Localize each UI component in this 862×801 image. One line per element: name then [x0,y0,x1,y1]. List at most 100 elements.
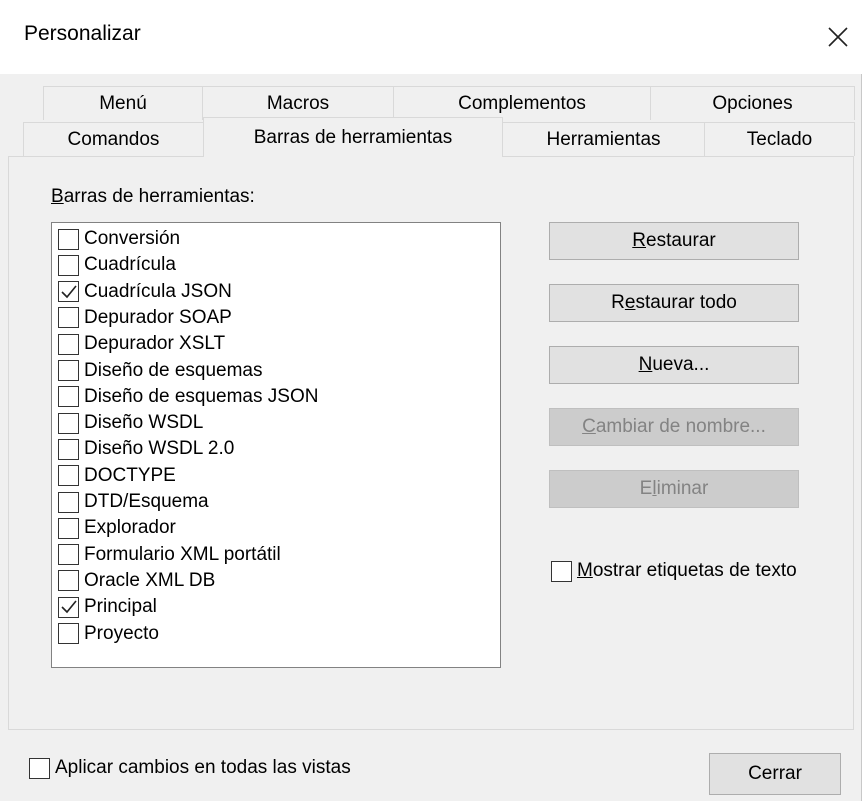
restore-mnemonic: R [632,230,647,251]
delete-button[interactable]: El iminar [549,470,799,508]
restore-all-pre: R [611,292,625,313]
show-text-labels-text: ostrar etiquetas de texto [592,560,797,581]
checkbox[interactable] [58,412,79,434]
list-item[interactable]: Conversión [58,226,180,252]
show-text-labels-box[interactable] [551,560,572,582]
list-item[interactable]: Depurador SOAP [58,305,232,331]
apply-all-views-checkbox[interactable]: Aplicar cambios en todas las vistas [29,757,351,779]
toolbars-list-label: Barras de herramientas: [51,186,255,208]
list-item-label: Diseño WSDL [84,412,204,434]
list-item[interactable]: Diseño de esquemas [58,358,263,384]
apply-all-views-label: Aplicar cambios en todas las vistas [55,757,351,778]
checkbox[interactable] [58,254,79,276]
restore-all-button[interactable]: Re staurar todo [549,284,799,322]
checkbox[interactable] [58,307,79,329]
list-item-label: DTD/Esquema [84,491,209,512]
list-item-label: Depurador XSLT [84,333,226,355]
list-item[interactable]: Cuadrícula JSON [58,279,232,305]
restore-all-mnemonic: e [624,292,636,313]
checkbox[interactable] [58,623,79,644]
list-item[interactable]: DTD/Esquema [58,489,209,515]
close-button-label: Cerrar [748,763,802,784]
list-item-label: Cuadrícula [84,254,176,276]
show-text-labels-mnemonic: M [577,560,593,581]
checkbox[interactable] [58,544,79,566]
list-item-label: Conversión [84,228,181,249]
show-text-labels-checkbox[interactable]: Mostrar etiquetas de texto [551,560,797,582]
tab-comandos-label: Comandos [67,128,160,150]
tab-teclado-label: Teclado [746,128,813,150]
list-item[interactable]: Proyecto [58,621,159,647]
close-button[interactable]: Cerrar [709,753,841,795]
list-item[interactable]: Diseño WSDL 2.0 [58,436,234,462]
tab-complementos-label: Complementos [458,92,586,114]
checkbox[interactable] [58,517,79,539]
list-item-label: Diseño WSDL 2.0 [84,438,235,460]
checkmark-icon [60,600,77,614]
list-item[interactable]: Explorador [58,515,176,541]
tab-barras-de-herramientas[interactable]: Barras de herramientas [203,117,503,157]
tab-herramientas[interactable]: Herramientas [502,122,705,156]
tab-macros[interactable]: Macros [202,86,394,120]
list-item-label: Explorador [84,517,176,539]
new-button[interactable]: Nueva... [549,346,799,384]
list-item[interactable]: Depurador XSLT [58,331,225,357]
toolbars-listbox[interactable]: Conversión Cuadrícula Cuadrícula JSON Depur… [51,222,501,668]
tab-comandos[interactable]: Comandos [23,122,204,156]
list-item-label: Proyecto [84,622,159,644]
tab-opciones-label: Opciones [712,92,793,114]
label-text: arras de herramientas: [63,186,255,207]
list-item-label: Oracle XML DB [84,569,216,591]
rename-mnemonic: C [582,416,596,437]
list-item-label: Diseño de esquemas [84,359,263,381]
new-text: ueva... [652,354,710,375]
restore-text: estaurar [646,230,716,251]
tab-macros-label: Macros [266,92,330,114]
window-title: Personalizar [24,22,141,45]
list-item[interactable]: Formulario XML portátil [58,542,281,568]
checked-checkbox[interactable] [58,281,79,303]
tab-complementos[interactable]: Complementos [393,86,651,120]
checkbox[interactable] [58,386,79,408]
list-item-label: Principal [84,596,157,618]
rename-button[interactable]: Cambiar de nombre... [549,408,799,446]
list-item-label: Formulario XML portátil [84,543,281,565]
checkbox[interactable] [58,491,79,513]
tab-teclado[interactable]: Teclado [704,122,855,156]
list-item[interactable]: Oracle XML DB [58,568,215,594]
restore-button[interactable]: Restaurar [549,222,799,260]
list-item-label: Depurador SOAP [84,306,232,328]
customize-dialog: Personalizar Menú Macros Complementos Op… [0,0,862,801]
checked-checkbox[interactable] [58,596,79,618]
list-item[interactable]: Cuadrícula [58,252,176,278]
checkbox[interactable] [58,438,79,460]
label-mnemonic: B [51,186,64,207]
list-item-label: Cuadrícula JSON [84,280,232,302]
list-item-label: DOCTYPE [84,464,176,486]
tab-herramientas-label: Herramientas [546,128,661,150]
checkbox[interactable] [58,333,79,355]
restore-all-text: staurar todo [635,292,737,313]
checkbox[interactable] [58,228,79,250]
delete-text: iminar [656,478,709,499]
rename-text: ambiar de nombre... [595,416,766,437]
title-bar: Personalizar [0,0,862,74]
list-item[interactable]: Diseño WSDL [58,410,203,436]
checkbox[interactable] [58,465,79,487]
list-item[interactable]: DOCTYPE [58,463,176,489]
tab-menu-label: Menú [99,92,147,114]
tab-menu[interactable]: Menú [43,86,203,120]
list-item[interactable]: Principal [58,594,157,620]
checkbox[interactable] [58,360,79,381]
new-mnemonic: N [638,354,653,375]
list-item-label: Diseño de esquemas JSON [84,385,319,407]
apply-all-views-box[interactable] [29,757,50,779]
close-window-button[interactable] [818,14,858,60]
tab-opciones[interactable]: Opciones [650,86,855,120]
tab-barras-label: Barras de herramientas [253,126,453,148]
close-icon [828,27,848,47]
delete-pre: E [639,478,653,499]
checkbox[interactable] [58,570,79,592]
list-item[interactable]: Diseño de esquemas JSON [58,384,318,410]
checkmark-icon [60,285,77,298]
